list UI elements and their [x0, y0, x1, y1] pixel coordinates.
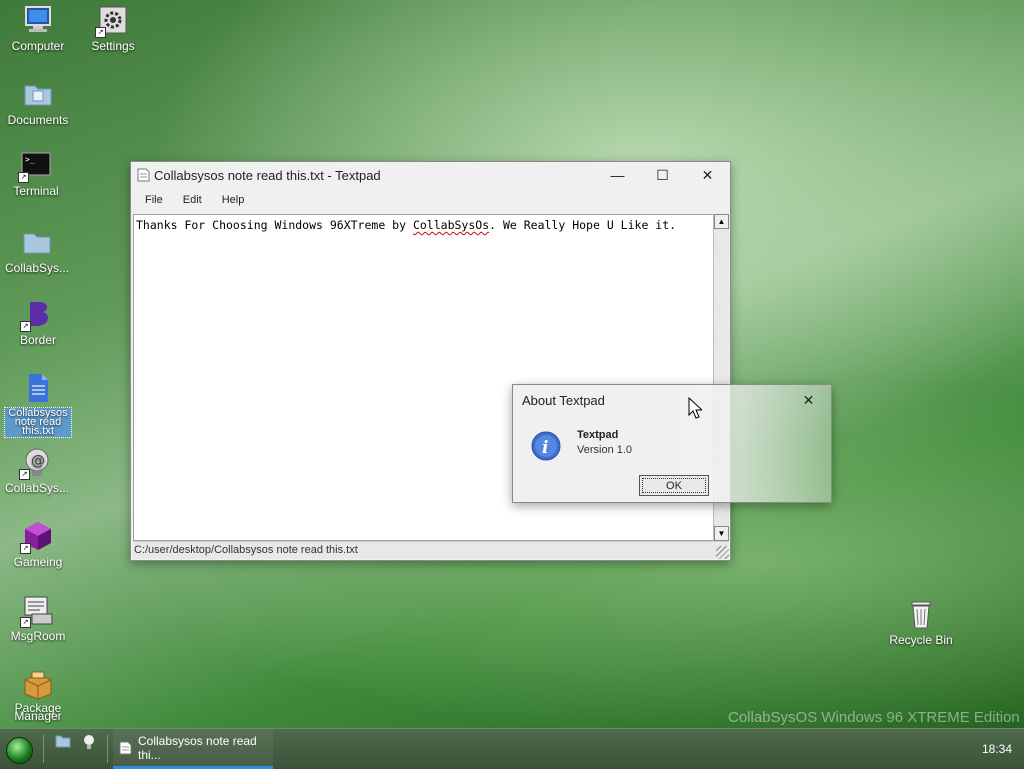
desktop-icon-computer[interactable]: Computer: [5, 4, 71, 53]
lightbulb-quicklaunch-icon[interactable]: [83, 734, 95, 753]
shortcut-arrow-icon: ↗: [95, 27, 106, 38]
desktop-icon-label: Border: [19, 333, 57, 347]
note-icon: [119, 741, 132, 755]
collabsys-icon: @ ↗: [19, 446, 53, 480]
dialog-titlebar[interactable]: About Textpad ✕: [513, 385, 831, 415]
file-path: C:/user/desktop/Collabsysos note read th…: [134, 544, 358, 556]
taskbar-divider: [43, 735, 44, 763]
desktop-icon-gameing[interactable]: ↗ Gameing: [5, 520, 71, 569]
desktop-icon-label: Gameing: [13, 555, 63, 569]
shortcut-arrow-icon: ↗: [18, 172, 29, 183]
desktop-icon-label: Package Manager: [14, 701, 62, 723]
desktop-icon-border[interactable]: ↗ Border: [5, 298, 71, 347]
app-name: Textpad: [577, 429, 619, 441]
desktop-icon-label: Documents: [7, 113, 69, 127]
scroll-up-arrow-icon[interactable]: ▲: [714, 214, 729, 229]
game-cube-icon: ↗: [20, 520, 54, 554]
start-button[interactable]: [6, 737, 33, 764]
shortcut-arrow-icon: ↗: [20, 617, 31, 628]
recycle-bin-icon: [905, 598, 937, 630]
desktop-icon-collabsys-folder[interactable]: CollabSys...: [4, 226, 70, 275]
desktop-icon-terminal[interactable]: >_ ↗ Terminal: [3, 149, 69, 198]
dialog-title: About Textpad: [522, 392, 605, 408]
menu-file[interactable]: File: [135, 194, 173, 206]
desktop-icon-documents[interactable]: Documents: [5, 78, 71, 127]
desktop-icon-settings[interactable]: ↗ Settings: [80, 4, 146, 53]
folder-icon: [22, 78, 54, 110]
resize-grip-icon[interactable]: [716, 546, 729, 559]
terminal-icon: >_ ↗: [18, 149, 52, 183]
note-icon: [137, 168, 150, 182]
desktop-icon-collabsys-app[interactable]: @ ↗ CollabSys...: [4, 446, 70, 495]
taskbar: Collabsysos note read thi... 18:34: [0, 728, 1024, 769]
textpad-titlebar[interactable]: Collabsysos note read this.txt - Textpad…: [131, 162, 730, 188]
desktop-icon-label: Computer: [11, 39, 65, 53]
menu-edit[interactable]: Edit: [173, 194, 212, 206]
desktop-icon-package-manager[interactable]: Package Manager: [5, 668, 71, 723]
mouse-cursor-icon: [688, 396, 704, 424]
app-version: Version 1.0: [577, 444, 633, 456]
window-title: Collabsysos note read this.txt - Textpad: [154, 167, 381, 183]
desktop-icon-note-file[interactable]: Collabsysos note read this.txt: [4, 372, 72, 438]
misspelled-word: CollabSysOs: [412, 218, 490, 232]
dialog-close-button[interactable]: ✕: [786, 385, 831, 415]
menu-help[interactable]: Help: [212, 194, 255, 206]
shortcut-arrow-icon: ↗: [19, 469, 30, 480]
desktop-icon-label: MsgRoom: [10, 629, 66, 643]
desktop-icon-label: Recycle Bin: [889, 633, 953, 647]
desktop-icon-label: CollabSys...: [4, 481, 70, 495]
ok-button[interactable]: OK: [639, 475, 709, 496]
folder-quicklaunch-icon[interactable]: [55, 734, 71, 751]
desktop-icon-label: Terminal: [13, 184, 59, 198]
close-button[interactable]: ✕: [685, 162, 730, 188]
svg-text:@: @: [31, 453, 45, 469]
clock[interactable]: 18:34: [982, 742, 1012, 756]
task-label: Collabsysos note read thi...: [138, 733, 257, 762]
status-bar: C:/user/desktop/Collabsysos note read th…: [133, 541, 728, 559]
msgroom-icon: ↗: [20, 594, 54, 628]
shortcut-arrow-icon: ↗: [20, 543, 31, 554]
computer-icon: [22, 4, 54, 36]
svg-text:i: i: [542, 438, 548, 458]
menubar: File Edit Help: [131, 188, 730, 212]
package-icon: [22, 668, 54, 700]
about-dialog[interactable]: About Textpad ✕ i Textpad Version 1.0 OK: [512, 384, 832, 503]
os-watermark: CollabSysOS Windows 96 XTREME Edition: [728, 709, 1020, 726]
desktop-icon-label: Settings: [91, 39, 135, 53]
desktop-icon-label: CollabSys...: [4, 261, 70, 275]
desktop-icon-label: Collabsysos note read this.txt: [4, 407, 72, 438]
scroll-down-arrow-icon[interactable]: ▼: [714, 526, 729, 541]
minimize-button[interactable]: —: [595, 162, 640, 188]
desktop-icon-recycle-bin[interactable]: Recycle Bin: [888, 598, 954, 647]
shortcut-arrow-icon: ↗: [20, 321, 31, 332]
folder-icon: [21, 226, 53, 258]
editor-text-tail: . We Really Hope U Like it.: [489, 218, 677, 232]
settings-icon: ↗: [95, 4, 129, 38]
border-icon: ↗: [20, 298, 54, 332]
svg-text:>_: >_: [25, 155, 35, 164]
info-icon: i: [531, 431, 561, 466]
editor-text: Thanks For Choosing Windows 96XTreme by: [136, 218, 413, 232]
desktop-icon-msgroom[interactable]: ↗ MsgRoom: [5, 594, 71, 643]
text-file-icon: [22, 372, 54, 404]
taskbar-task-textpad[interactable]: Collabsysos note read thi...: [113, 729, 273, 769]
maximize-button[interactable]: ☐: [640, 162, 685, 188]
taskbar-divider: [107, 735, 108, 763]
